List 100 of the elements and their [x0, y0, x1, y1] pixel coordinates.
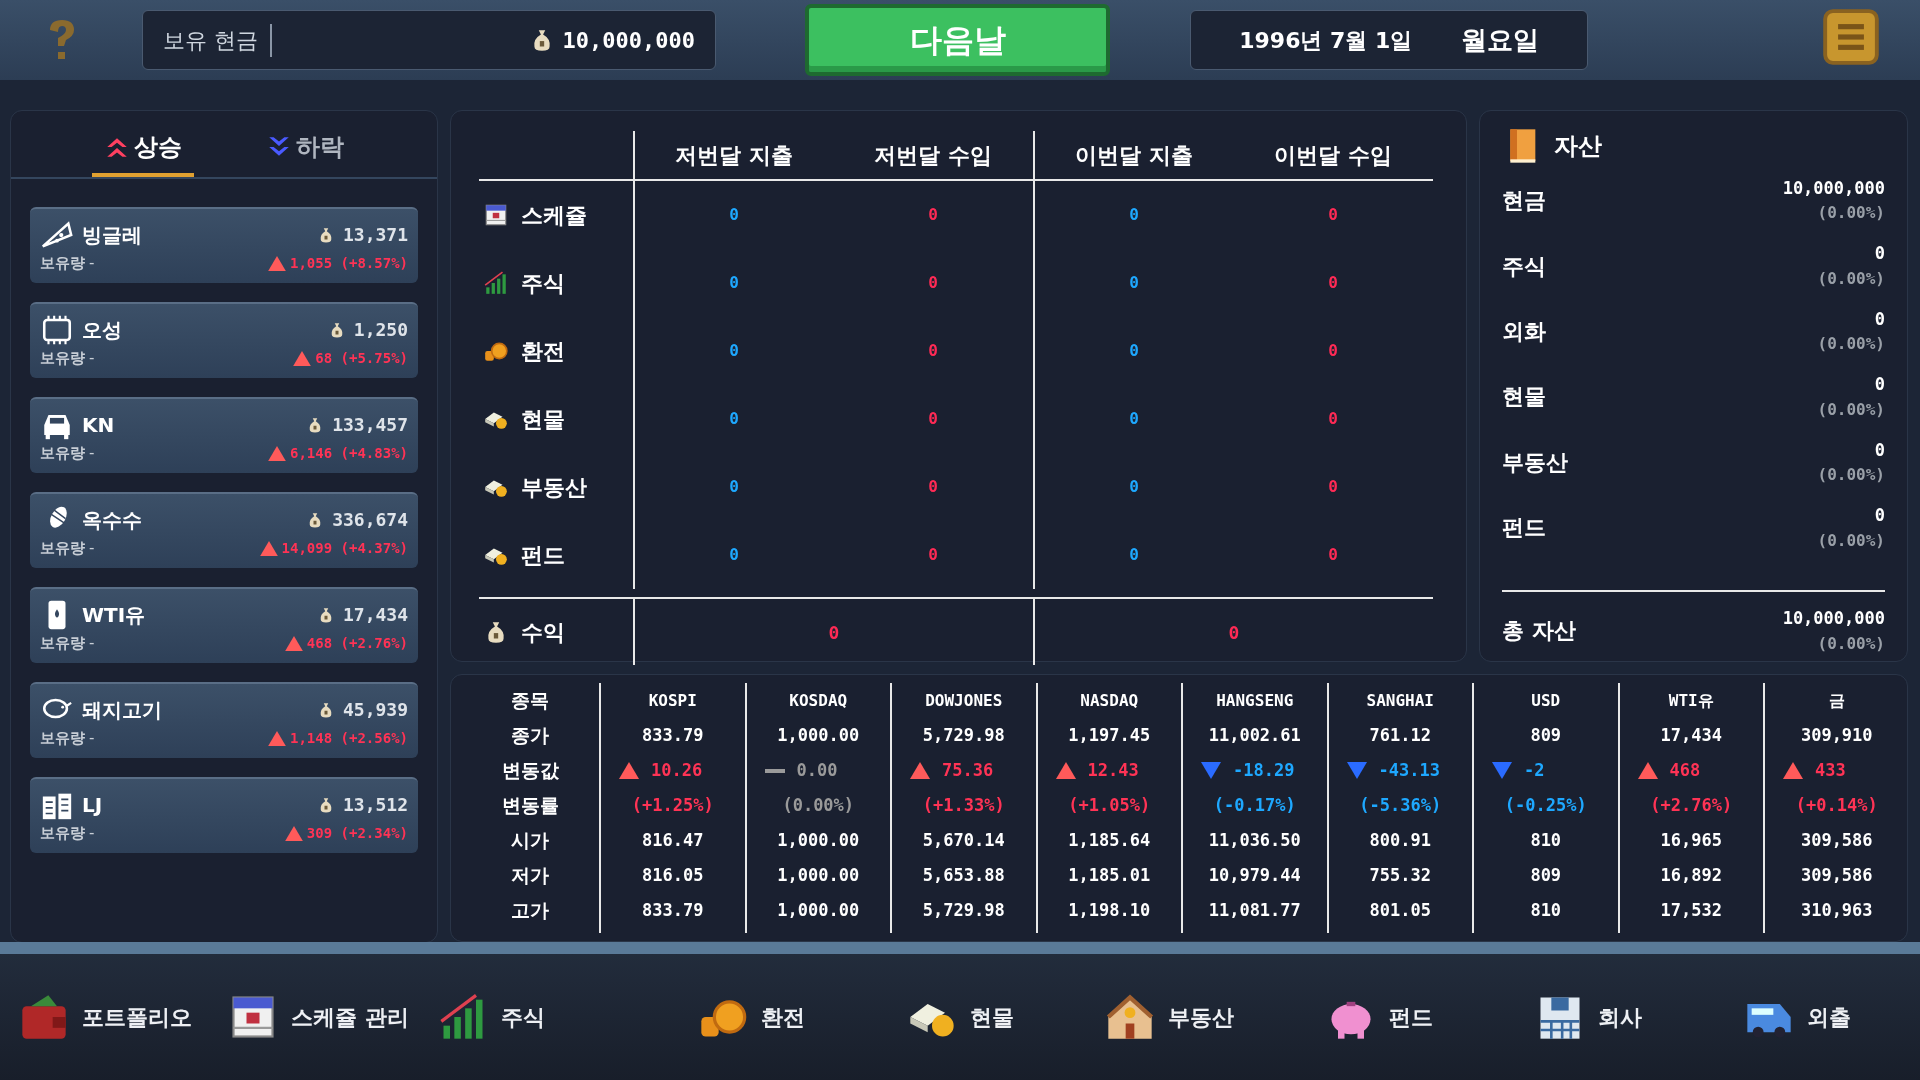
column-header: HANGSENG [1216, 689, 1294, 712]
price-value: 11,002.61 [1208, 723, 1301, 747]
amount-value: 0 [729, 204, 739, 226]
price-value: 10,979.44 [1208, 863, 1301, 887]
price-value: 800.91 [1369, 828, 1431, 852]
asset-label: 펀드 [1502, 514, 1546, 543]
amount-value: 0 [1328, 476, 1338, 498]
change-rate: (0.00%) [782, 793, 855, 817]
nav-button[interactable]: 외출 [1692, 982, 1902, 1052]
column-header: NASDAQ [1080, 689, 1139, 712]
change-value: 12.43 [1087, 758, 1139, 782]
cash-value: 10,000,000 [562, 26, 695, 55]
column-header: DOWJONES [925, 689, 1003, 712]
nav-button[interactable]: 포트폴리오 [18, 982, 228, 1052]
stock-name: KN [82, 411, 115, 439]
price-value: 761.12 [1369, 723, 1431, 747]
asset-label: 외화 [1502, 318, 1546, 346]
amount-value: 0 [1129, 272, 1139, 294]
stock-name: 오성 [82, 316, 122, 344]
stock-card[interactable]: 오성 1,250 보유량 - 68 (+5.75%) [30, 302, 418, 378]
price-value: 1,185.64 [1068, 828, 1151, 852]
asset-label: 주식 [1502, 252, 1546, 281]
amount-value: 0 [729, 340, 739, 362]
column-header: 이번달 지출 [1075, 141, 1193, 170]
column-header: 저번달 수입 [874, 141, 992, 170]
price-change: 309 (+2.34%) [306, 823, 408, 843]
asset-share: (0.00%) [1817, 333, 1885, 356]
asset-value: 0 [1874, 373, 1885, 397]
nav-button[interactable]: 회사 [1483, 982, 1693, 1052]
bar-chart-icon [483, 270, 509, 296]
column-header: 금 [1828, 689, 1845, 712]
holding-label: 보유량 [40, 727, 85, 749]
price-value: 810 [1530, 898, 1562, 922]
amount-value: 0 [1129, 204, 1139, 226]
change-value: -2 [1524, 758, 1545, 782]
price-value: 309,586 [1800, 863, 1873, 887]
nav-button[interactable]: 현물 [855, 982, 1065, 1052]
asset-label: 현금 [1502, 187, 1546, 216]
row-label: 변동값 [501, 758, 559, 784]
holding-label: 보유량 [40, 347, 85, 369]
stock-card[interactable]: LJ 13,512 보유량 - 309 (+2.34%) [30, 777, 418, 853]
nav-button[interactable]: 환전 [646, 982, 856, 1052]
holding-label: 보유량 [40, 537, 85, 559]
tab[interactable]: 하락 [254, 129, 356, 177]
stock-card[interactable]: 빙글레 13,371 보유량 - 1,055 (+8.57%) [30, 207, 418, 283]
nav-button[interactable]: 펀드 [1274, 982, 1484, 1052]
price-value: 1,000.00 [777, 723, 860, 747]
holding-value: - [89, 727, 95, 749]
column-header: 이번달 수입 [1274, 141, 1392, 170]
asset-label: 현물 [1502, 383, 1546, 412]
row-label: 스케쥴 [521, 201, 587, 230]
asset-share: (0.00%) [1817, 632, 1885, 655]
holding-label: 보유량 [40, 252, 85, 274]
price-value: 309,910 [1800, 723, 1873, 747]
amount-value: 0 [1129, 408, 1139, 430]
holding-value: - [89, 252, 95, 274]
amount-value: 0 [1129, 340, 1139, 362]
tab[interactable]: 상승 [92, 129, 194, 177]
price-value: 809 [1530, 723, 1562, 747]
stock-card[interactable]: 옥수수 336,674 보유량 - 14,099 (+4.37%) [30, 492, 418, 568]
stock-card[interactable]: 돼지고기 45,939 보유량 - 1,148 (+2.56%) [30, 682, 418, 758]
column-header: SANGHAI [1366, 689, 1434, 712]
stock-card[interactable]: KN 133,457 보유량 - 6,146 (+4.83%) [30, 397, 418, 473]
price-value: 810 [1530, 828, 1562, 852]
change-value: 433 [1815, 758, 1846, 782]
holding-value: - [89, 822, 95, 844]
row-label: 저가 [511, 863, 549, 889]
price-value: 816.47 [642, 828, 704, 852]
nav-button[interactable]: 스케쥴 관리 [227, 982, 437, 1052]
amount-value: 0 [1328, 408, 1338, 430]
price-value: 816.05 [642, 863, 704, 887]
price-value: 16,965 [1660, 828, 1722, 852]
change-value: 75.36 [942, 758, 994, 782]
amount-value: 0 [928, 272, 938, 294]
price-value: 1,197.45 [1068, 723, 1151, 747]
price-value: 5,729.98 [922, 723, 1005, 747]
change-rate: (-5.36%) [1359, 793, 1442, 817]
change-rate: (-0.25%) [1504, 793, 1587, 817]
stock-price: 336,674 [332, 508, 408, 533]
price-value: 1,185.01 [1068, 863, 1151, 887]
holding-value: - [89, 442, 95, 464]
price-value: 5,729.98 [922, 898, 1005, 922]
amount-value: 0 [729, 272, 739, 294]
row-label: 고가 [511, 898, 549, 924]
amount-value: 0 [1328, 544, 1338, 566]
asset-share: (0.00%) [1817, 529, 1885, 552]
price-value: 17,532 [1660, 898, 1722, 922]
amount-value: 0 [729, 544, 739, 566]
asset-value: 0 [1874, 307, 1885, 331]
stock-price: 133,457 [332, 413, 408, 438]
price-value: 17,434 [1660, 723, 1722, 747]
nav-button[interactable]: 부동산 [1064, 982, 1274, 1052]
price-value: 755.32 [1369, 863, 1431, 887]
stock-card[interactable]: WTI유 17,434 보유량 - 468 (+2.76%) [30, 587, 418, 663]
amount-value: 0 [1129, 544, 1139, 566]
asset-share: (0.00%) [1817, 464, 1885, 487]
nav-button[interactable]: 주식 [436, 982, 646, 1052]
amount-value: 0 [1328, 272, 1338, 294]
row-label: 부동산 [521, 473, 587, 502]
amount-value: 0 [1328, 204, 1338, 226]
